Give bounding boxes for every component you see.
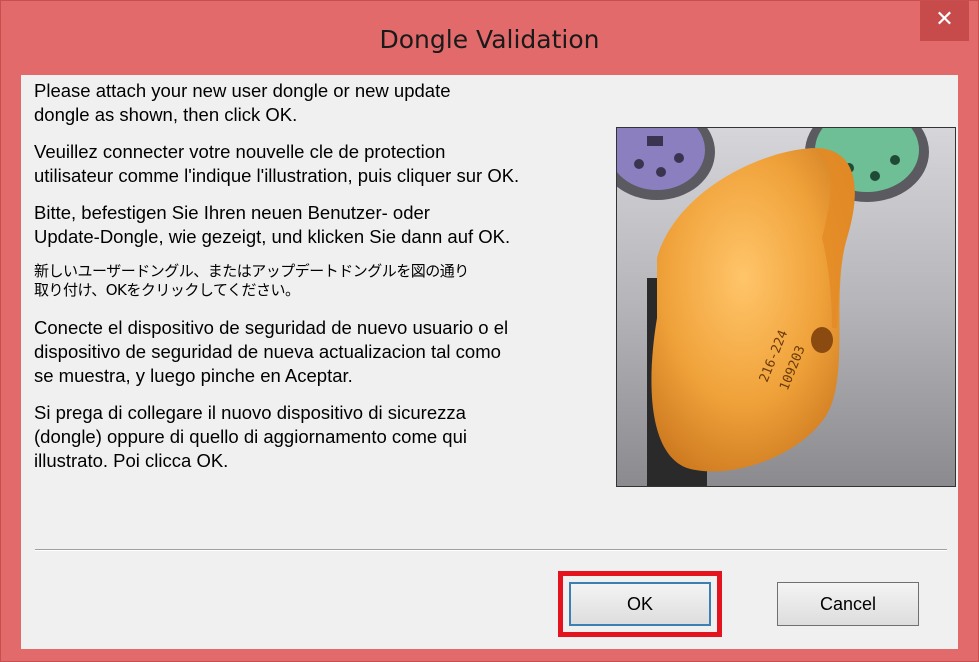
message-french: Veuillez connecter votre nouvelle cle de…	[34, 141, 520, 186]
instructions: Please attach your new user dongle or ne…	[34, 79, 614, 486]
dongle-illustration: 216-224 109203	[616, 127, 956, 487]
window-title: Dongle Validation	[379, 25, 600, 54]
message-spanish: Conecte el dispositivo de seguridad de n…	[34, 317, 509, 386]
close-button[interactable]: ✕	[920, 1, 969, 41]
message-italian: Si prega di collegare il nuovo dispositi…	[34, 402, 467, 471]
ok-button[interactable]: OK	[569, 582, 711, 626]
dongle-photo-graphic: 216-224 109203	[617, 128, 955, 486]
close-icon: ✕	[935, 7, 954, 32]
message-german: Bitte, befestigen Sie Ihren neuen Benutz…	[34, 202, 511, 247]
cancel-button[interactable]: Cancel	[777, 582, 919, 626]
footer-separator	[35, 549, 947, 551]
message-english: Please attach your new user dongle or ne…	[34, 80, 451, 125]
message-japanese: 新しいユーザードングル、またはアップデートドングルを図の通り 取り付け、OKをク…	[34, 262, 469, 299]
dialog-window: Dongle Validation ✕ Please attach your n…	[0, 0, 979, 662]
title-bar: Dongle Validation ✕	[1, 1, 978, 81]
dialog-body: Please attach your new user dongle or ne…	[21, 75, 958, 649]
